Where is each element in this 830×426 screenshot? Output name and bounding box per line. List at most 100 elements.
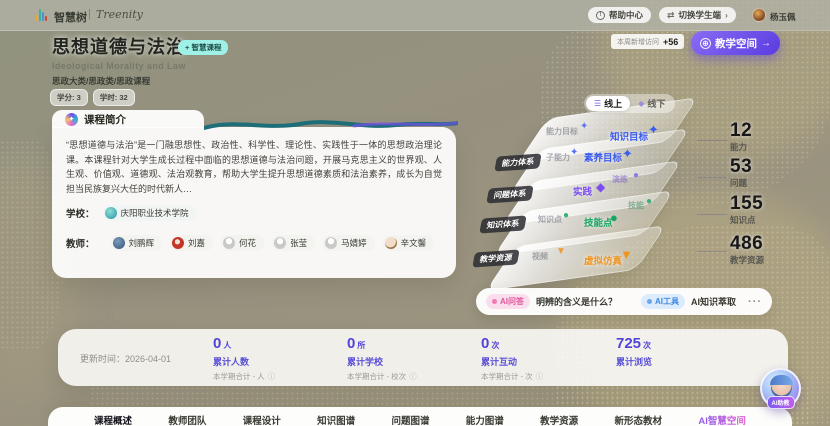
summary-sub: 本学期合计 - 校次 bbox=[347, 372, 407, 381]
ai-gradient-icon: ✦ bbox=[65, 112, 78, 126]
node-literacy-goal[interactable]: 素养目标 bbox=[584, 150, 622, 164]
teachers-row: 教师： 刘鹏辉 刘嘉 何花 张莹 马婧婷 辛文馨 bbox=[66, 235, 442, 251]
teacher-avatar bbox=[384, 237, 397, 249]
summary-unit: 所 bbox=[357, 341, 366, 350]
teacher-avatar bbox=[274, 237, 287, 249]
switch-icon: ⇄ bbox=[667, 9, 675, 20]
stat-value: 155 bbox=[730, 193, 764, 214]
intro-text: “思想道德与法治”是一门融思想性、政治性、科学性、理论性、实践性于一体的思想政治… bbox=[66, 140, 442, 194]
stat-value: 53 bbox=[730, 156, 753, 177]
toggle-offline[interactable]: ◆ 线下 bbox=[630, 96, 673, 111]
sparkle-icon: ✦ bbox=[622, 146, 633, 161]
zhihuishu-logo-icon bbox=[36, 9, 47, 21]
teacher-name: 刘嘉 bbox=[188, 238, 206, 248]
tab-course-overview[interactable]: 课程概述 bbox=[94, 413, 132, 426]
summary-label: 累计浏览 bbox=[616, 357, 653, 367]
update-time-value: 2026-04-01 bbox=[125, 354, 172, 364]
ai-question-text[interactable]: 明辨的含义是什么？ bbox=[536, 295, 617, 308]
help-center-button[interactable]: ! 帮助中心 bbox=[588, 7, 652, 23]
layers-icon: ☰ bbox=[594, 99, 602, 108]
switch-student-button[interactable]: ⇄ 切换学生端 › bbox=[659, 7, 736, 23]
summary-value: 0 bbox=[213, 335, 222, 352]
hours-chip: 学时: 32 bbox=[92, 89, 135, 106]
tab-new-textbook[interactable]: 新形态教材 bbox=[615, 413, 663, 426]
toggle-online-label: 线上 bbox=[604, 99, 623, 109]
toggle-online[interactable]: ☰ 线上 bbox=[586, 96, 631, 111]
ai-assistant-bubble[interactable]: AI助教 bbox=[760, 368, 801, 409]
connector-line bbox=[697, 140, 727, 141]
school-name: 庆阳职业技术学院 bbox=[120, 208, 189, 218]
logo-divider: | bbox=[88, 8, 91, 20]
summary-unit: 次 bbox=[491, 341, 500, 350]
ai-qa-badge-label: AI问答 bbox=[500, 297, 524, 306]
tab-course-design[interactable]: 课程设计 bbox=[243, 413, 281, 426]
toggle-offline-label: 线下 bbox=[647, 99, 666, 109]
summary-unit: 人 bbox=[223, 341, 232, 350]
ai-qa-badge: AI问答 bbox=[486, 294, 530, 309]
teacher-pill[interactable]: 刘嘉 bbox=[170, 235, 214, 251]
tab-ability-graph[interactable]: 能力图谱 bbox=[466, 413, 504, 426]
teachers-label: 教师： bbox=[66, 239, 95, 250]
pink-dot-icon bbox=[492, 299, 497, 304]
teacher-pill[interactable]: 辛文馨 bbox=[382, 235, 435, 251]
school-label: 学校： bbox=[66, 209, 95, 220]
user-avatar[interactable] bbox=[752, 8, 766, 22]
stat-label: 问题 bbox=[730, 178, 748, 188]
teacher-pill[interactable]: 张莹 bbox=[272, 235, 316, 251]
teacher-pill[interactable]: 刘鹏辉 bbox=[110, 235, 163, 251]
sparkle-icon: ✦ bbox=[570, 147, 579, 158]
node-drill: 演练 bbox=[612, 175, 628, 184]
arrow-right-icon: → bbox=[761, 37, 771, 49]
stat-problem: 53 问题 bbox=[730, 157, 752, 189]
node-virtual-simulation[interactable]: 虚拟仿真 bbox=[584, 253, 622, 267]
node-ability-goal: 能力目标 bbox=[546, 127, 578, 136]
breadcrumb: 思政大类/思政类/思政课程 bbox=[52, 76, 151, 86]
teacher-name: 张莹 bbox=[290, 238, 308, 248]
stat-ability: 12 能力 bbox=[730, 121, 752, 153]
summary-panel: 更新时间：2026-04-01 0人 累计人数 本学期合计 - 人 ⓘ 0所 累计… bbox=[58, 329, 788, 386]
ai-question-bar[interactable]: AI问答 明辨的含义是什么？ AI工具 AI知识萃取 ··· bbox=[476, 288, 772, 315]
ai-assistant-label: AI助教 bbox=[766, 396, 795, 409]
teacher-pill[interactable]: 马婧婷 bbox=[323, 235, 375, 251]
connector-line bbox=[697, 177, 727, 178]
node-practice[interactable]: 实践 bbox=[573, 184, 592, 198]
stat-knowledge: 155 知识点 bbox=[730, 194, 763, 226]
summary-sub: 本学期合计 - 人 bbox=[213, 372, 265, 381]
summary-stat-people: 0人 累计人数 本学期合计 - 人 ⓘ bbox=[213, 335, 275, 382]
teaching-space-button[interactable]: ⊕ 教学空间 → bbox=[691, 31, 780, 55]
teacher-name: 辛文馨 bbox=[400, 238, 427, 248]
smart-course-badge: + 智慧课程 bbox=[178, 40, 229, 55]
credit-chip: 学分: 3 bbox=[50, 89, 88, 106]
tab-teaching-resources[interactable]: 教学资源 bbox=[540, 413, 578, 426]
summary-value: 725 bbox=[616, 335, 642, 352]
tab-teacher-team[interactable]: 教师团队 bbox=[168, 413, 206, 426]
more-icon[interactable]: ··· bbox=[748, 296, 762, 308]
tab-ai-smart-space[interactable]: AI智慧空间 bbox=[698, 413, 746, 426]
sparkle-icon: ✦ bbox=[580, 121, 589, 132]
dot-icon: ● bbox=[610, 210, 618, 225]
teacher-avatar bbox=[172, 237, 185, 249]
page-title: 思想道德与法治 bbox=[52, 37, 185, 57]
teaching-space-label: 教学空间 bbox=[715, 37, 757, 50]
summary-unit: 次 bbox=[643, 341, 652, 350]
tab-problem-graph[interactable]: 问题图谱 bbox=[391, 413, 429, 426]
teacher-name: 刘鹏辉 bbox=[128, 238, 155, 248]
school-pill[interactable]: 庆阳职业技术学院 bbox=[102, 205, 197, 221]
ai-tool-text[interactable]: AI知识萃取 bbox=[691, 295, 736, 308]
node-knowledge-goal[interactable]: 知识目标 bbox=[610, 129, 648, 143]
triangle-icon: ▼ bbox=[556, 246, 566, 257]
summary-label: 累计互动 bbox=[481, 357, 518, 367]
tab-knowledge-graph[interactable]: 知识图谱 bbox=[317, 413, 355, 426]
bottom-nav: 课程概述 教师团队 课程设计 知识图谱 问题图谱 能力图谱 教学资源 新形态教材… bbox=[48, 407, 792, 426]
chevron-right-icon: › bbox=[725, 10, 728, 20]
summary-stat-views: 725 次 累计浏览 bbox=[616, 335, 652, 368]
teacher-pill[interactable]: 何花 bbox=[221, 235, 265, 251]
stat-label: 能力 bbox=[730, 142, 748, 152]
course-meta-chips: 学分: 3 学时: 32 bbox=[50, 89, 135, 106]
stat-value: 12 bbox=[730, 120, 753, 141]
connector-line bbox=[697, 214, 727, 215]
wave-decoration bbox=[204, 120, 458, 130]
node-skill-point[interactable]: 技能点 bbox=[584, 215, 613, 229]
ai-tool-badge-label: AI工具 bbox=[655, 297, 680, 306]
target-icon: ⊕ bbox=[700, 37, 711, 49]
